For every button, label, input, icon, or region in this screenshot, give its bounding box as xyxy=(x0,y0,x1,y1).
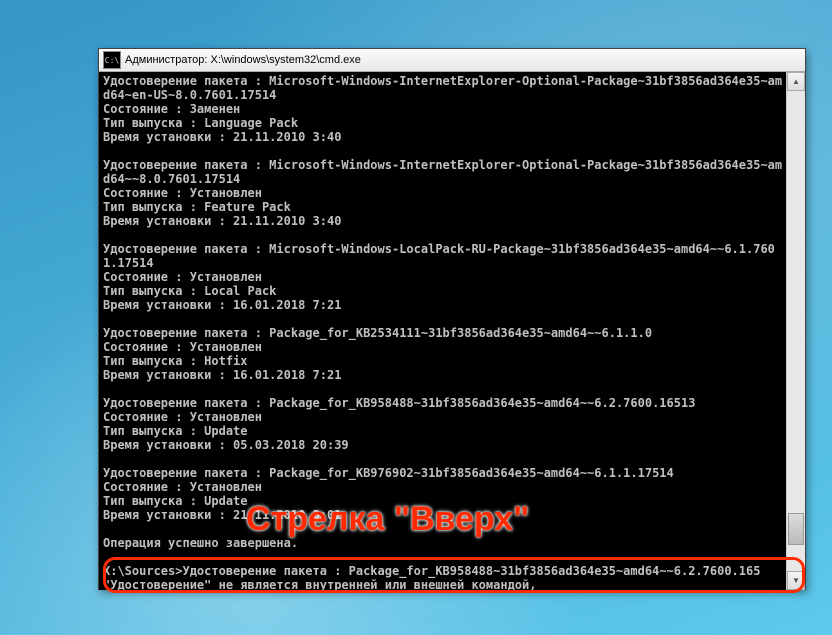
window-title: Администратор: X:\windows\system32\cmd.e… xyxy=(125,54,805,66)
cmd-window: C:\ Администратор: X:\windows\system32\c… xyxy=(98,48,806,590)
cmd-icon: C:\ xyxy=(103,51,121,69)
scroll-down-button[interactable]: ▼ xyxy=(787,571,805,590)
console-output[interactable]: Удостоверение пакета : Microsoft-Windows… xyxy=(99,72,786,590)
scroll-track[interactable] xyxy=(787,91,805,571)
scrollbar[interactable]: ▲ ▼ xyxy=(786,72,805,590)
titlebar[interactable]: C:\ Администратор: X:\windows\system32\c… xyxy=(99,49,805,72)
scroll-thumb[interactable] xyxy=(788,513,804,545)
scroll-up-button[interactable]: ▲ xyxy=(787,72,805,91)
